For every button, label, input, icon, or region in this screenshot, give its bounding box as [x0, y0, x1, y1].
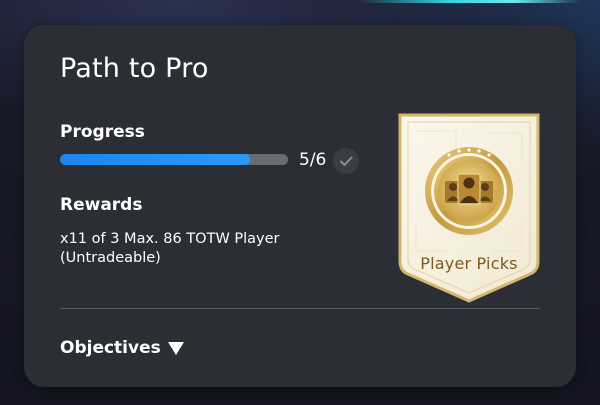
top-accent-streak — [360, 0, 580, 3]
objective-title: Path to Pro — [60, 53, 209, 84]
objectives-toggle-label: Objectives — [60, 338, 161, 358]
objectives-toggle[interactable]: Objectives — [60, 336, 184, 360]
progress-label: Progress — [60, 122, 145, 142]
progress-bar-fill — [60, 154, 250, 165]
reward-description: x11 of 3 Max. 86 TOTW Player (Untradeabl… — [60, 231, 280, 266]
caret-down-icon — [167, 341, 184, 355]
divider — [60, 308, 540, 309]
progress-bar — [60, 154, 288, 165]
rewards-label: Rewards — [60, 195, 143, 215]
progress-count: 5/6 — [299, 150, 327, 170]
check-icon — [333, 148, 359, 174]
pack-label: Player Picks — [420, 254, 518, 273]
player-picks-pack[interactable]: Player Picks — [396, 111, 542, 303]
objective-card: Path to Pro Progress 5/6 Rewards x11 of … — [24, 25, 576, 387]
pack-artwork — [398, 113, 540, 303]
